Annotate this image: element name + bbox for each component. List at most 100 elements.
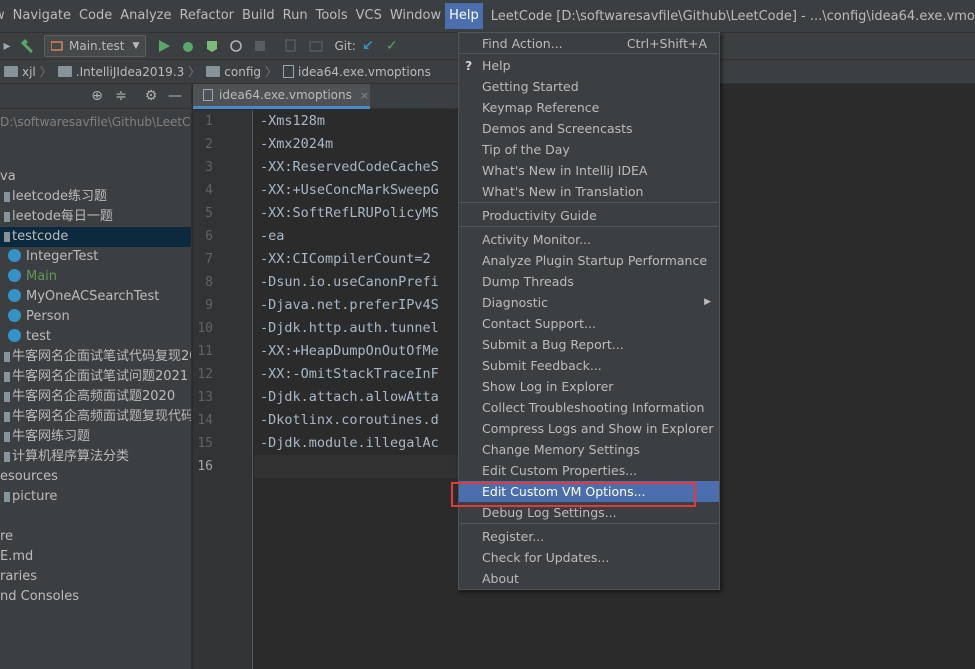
code-editor[interactable]: -Xms128m -Xmx2024m -XX:ReservedCodeCacheS -… xyxy=(254,110,458,669)
tree-item[interactable]: 计算机程序算法分类 xyxy=(0,447,191,467)
coverage-icon[interactable] xyxy=(202,36,222,56)
tree-item[interactable]: re xyxy=(0,527,191,547)
current-line-highlight xyxy=(254,455,458,478)
tree-item[interactable]: esources xyxy=(0,467,191,487)
locate-icon[interactable]: ⊕ xyxy=(87,86,107,106)
profile-icon[interactable] xyxy=(226,36,246,56)
menu-item-what-s-new-in-intellij-idea[interactable]: What's New in IntelliJ IDEA xyxy=(459,160,719,181)
minimize-icon[interactable]: — xyxy=(165,86,185,106)
tree-item[interactable]: va xyxy=(0,167,191,187)
menu-vcs[interactable]: VCS xyxy=(352,3,386,29)
breadcrumb-item[interactable]: xjl 〉 xyxy=(0,63,52,80)
menu-item-submit-feedback[interactable]: Submit Feedback... xyxy=(459,355,719,376)
package-icon xyxy=(4,391,10,402)
tree-item-class[interactable]: Main xyxy=(0,267,191,287)
tree-item[interactable]: nd Consoles xyxy=(0,587,191,607)
tree-item-class[interactable]: test xyxy=(0,327,191,347)
tree-item[interactable]: E.md xyxy=(0,547,191,567)
debug-icon[interactable] xyxy=(178,36,198,56)
class-icon xyxy=(8,269,21,282)
menu-item-register[interactable]: Register... xyxy=(459,526,719,547)
breadcrumb-item[interactable]: idea64.exe.vmoptions xyxy=(277,65,431,79)
back-arrow-icon[interactable]: ▸ xyxy=(2,36,12,56)
menu-item-show-log-in-explorer[interactable]: Show Log in Explorer xyxy=(459,376,719,397)
menu-item-change-memory-settings[interactable]: Change Memory Settings xyxy=(459,439,719,460)
code-line: -Dsun.io.useCanonPrefi xyxy=(260,274,439,290)
menu-build[interactable]: Build xyxy=(238,3,279,29)
tree-item-label: 计算机程序算法分类 xyxy=(12,449,130,464)
menu-item-diagnostic[interactable]: Diagnostic ▶ xyxy=(459,292,719,313)
menu-run[interactable]: Run xyxy=(279,3,312,29)
project-root-path[interactable]: D:\softwaresavfile\Github\LeetCo xyxy=(0,112,191,132)
menu-separator xyxy=(460,226,718,227)
menu-item-label: Productivity Guide xyxy=(482,208,597,223)
menu-item-debug-log-settings[interactable]: Debug Log Settings... xyxy=(459,502,719,523)
tree-item-label: Person xyxy=(26,309,70,324)
tree-item[interactable]: 牛客网名企高频面试题复现代码202 xyxy=(0,407,191,427)
menu-item-contact-support[interactable]: Contact Support... xyxy=(459,313,719,334)
menu-tools[interactable]: Tools xyxy=(312,3,352,29)
menu-item-check-for-updates[interactable]: Check for Updates... xyxy=(459,547,719,568)
menu-code[interactable]: Code xyxy=(75,3,116,29)
menu-window-partial[interactable]: w xyxy=(0,3,9,29)
stop-icon[interactable] xyxy=(250,36,270,56)
tree-item[interactable]: leetode每日一题 xyxy=(0,207,191,227)
package-icon xyxy=(4,411,10,422)
menu-item-collect-troubleshooting-information[interactable]: Collect Troubleshooting Information xyxy=(459,397,719,418)
tree-item[interactable]: testcode xyxy=(0,227,191,247)
hammer-icon[interactable] xyxy=(16,36,36,56)
chevron-right-icon: 〉 xyxy=(39,65,52,79)
tree-item[interactable]: raries xyxy=(0,567,191,587)
menu-analyze[interactable]: Analyze xyxy=(116,3,175,29)
run-config-dropdown[interactable]: Main.test ▼ xyxy=(44,35,147,57)
menu-item-activity-monitor[interactable]: Activity Monitor... xyxy=(459,229,719,250)
menu-item-productivity-guide[interactable]: Productivity Guide xyxy=(459,205,719,226)
attach-icon[interactable] xyxy=(282,36,302,56)
editor-tab-vmoptions[interactable]: idea64.exe.vmoptions × xyxy=(193,84,370,109)
menu-item-demos-and-screencasts[interactable]: Demos and Screencasts xyxy=(459,118,719,139)
tree-item-class[interactable]: IntegerTest xyxy=(0,247,191,267)
menu-item-help[interactable]: ? Help xyxy=(459,55,719,76)
line-number: 11 xyxy=(197,344,213,359)
menu-item-compress-logs-and-show-in-explorer[interactable]: Compress Logs and Show in Explorer xyxy=(459,418,719,439)
tree-item-class[interactable]: MyOneACSearchTest xyxy=(0,287,191,307)
menu-item-edit-custom-properties[interactable]: Edit Custom Properties... xyxy=(459,460,719,481)
breadcrumb-item[interactable]: .IntelliJIdea2019.3 〉 xyxy=(52,63,200,80)
tree-item[interactable]: 牛客网练习题 xyxy=(0,427,191,447)
menu-item-submit-a-bug-report[interactable]: Submit a Bug Report... xyxy=(459,334,719,355)
menu-item-dump-threads[interactable]: Dump Threads xyxy=(459,271,719,292)
close-icon[interactable]: × xyxy=(360,89,369,102)
menu-item-what-s-new-in-translation[interactable]: What's New in Translation xyxy=(459,181,719,202)
tree-item[interactable] xyxy=(0,507,191,527)
breadcrumb-label: config xyxy=(224,64,262,79)
tree-item[interactable]: leetcode练习题 xyxy=(0,187,191,207)
tree-item[interactable]: 牛客网名企高频面试题2020 xyxy=(0,387,191,407)
menu-window[interactable]: Window xyxy=(386,3,445,29)
tree-item-label: 牛客网名企面试笔试代码复现2021 xyxy=(12,349,191,364)
menu-item-about[interactable]: About xyxy=(459,568,719,589)
menu-item-analyze-plugin-startup-performance[interactable]: Analyze Plugin Startup Performance xyxy=(459,250,719,271)
code-line: -Djdk.http.auth.tunnel xyxy=(260,320,439,336)
git-commit-icon[interactable]: ✓ xyxy=(382,36,402,56)
menu-item-keymap-reference[interactable]: Keymap Reference xyxy=(459,97,719,118)
menu-navigate[interactable]: Navigate xyxy=(9,3,75,29)
tree-item-class[interactable]: Person xyxy=(0,307,191,327)
git-update-icon[interactable]: ↙ xyxy=(358,36,378,56)
line-number: 14 xyxy=(197,413,213,428)
gear-icon[interactable]: ⚙ xyxy=(141,86,161,106)
menu-help[interactable]: Help xyxy=(445,3,483,29)
sdk-icon[interactable] xyxy=(306,36,326,56)
menu-item-find-action[interactable]: Find Action... Ctrl+Shift+A xyxy=(459,33,719,54)
tree-item-label: 牛客网名企面试笔试问题2021 xyxy=(12,369,189,384)
menu-item-tip-of-the-day[interactable]: Tip of the Day xyxy=(459,139,719,160)
menu-item-edit-custom-vm-options[interactable]: Edit Custom VM Options... xyxy=(459,481,719,502)
tree-item[interactable]: picture xyxy=(0,487,191,507)
breadcrumb-item[interactable]: config 〉 xyxy=(200,63,277,80)
tree-item[interactable]: 牛客网名企面试笔试代码复现2021 xyxy=(0,347,191,367)
menu-item-getting-started[interactable]: Getting Started xyxy=(459,76,719,97)
collapse-all-icon[interactable]: ≑ xyxy=(111,86,131,106)
run-icon[interactable] xyxy=(154,36,174,56)
menu-refactor[interactable]: Refactor xyxy=(175,3,238,29)
tree-item[interactable]: 牛客网名企面试笔试问题2021 xyxy=(0,367,191,387)
line-number: 5 xyxy=(205,206,213,221)
